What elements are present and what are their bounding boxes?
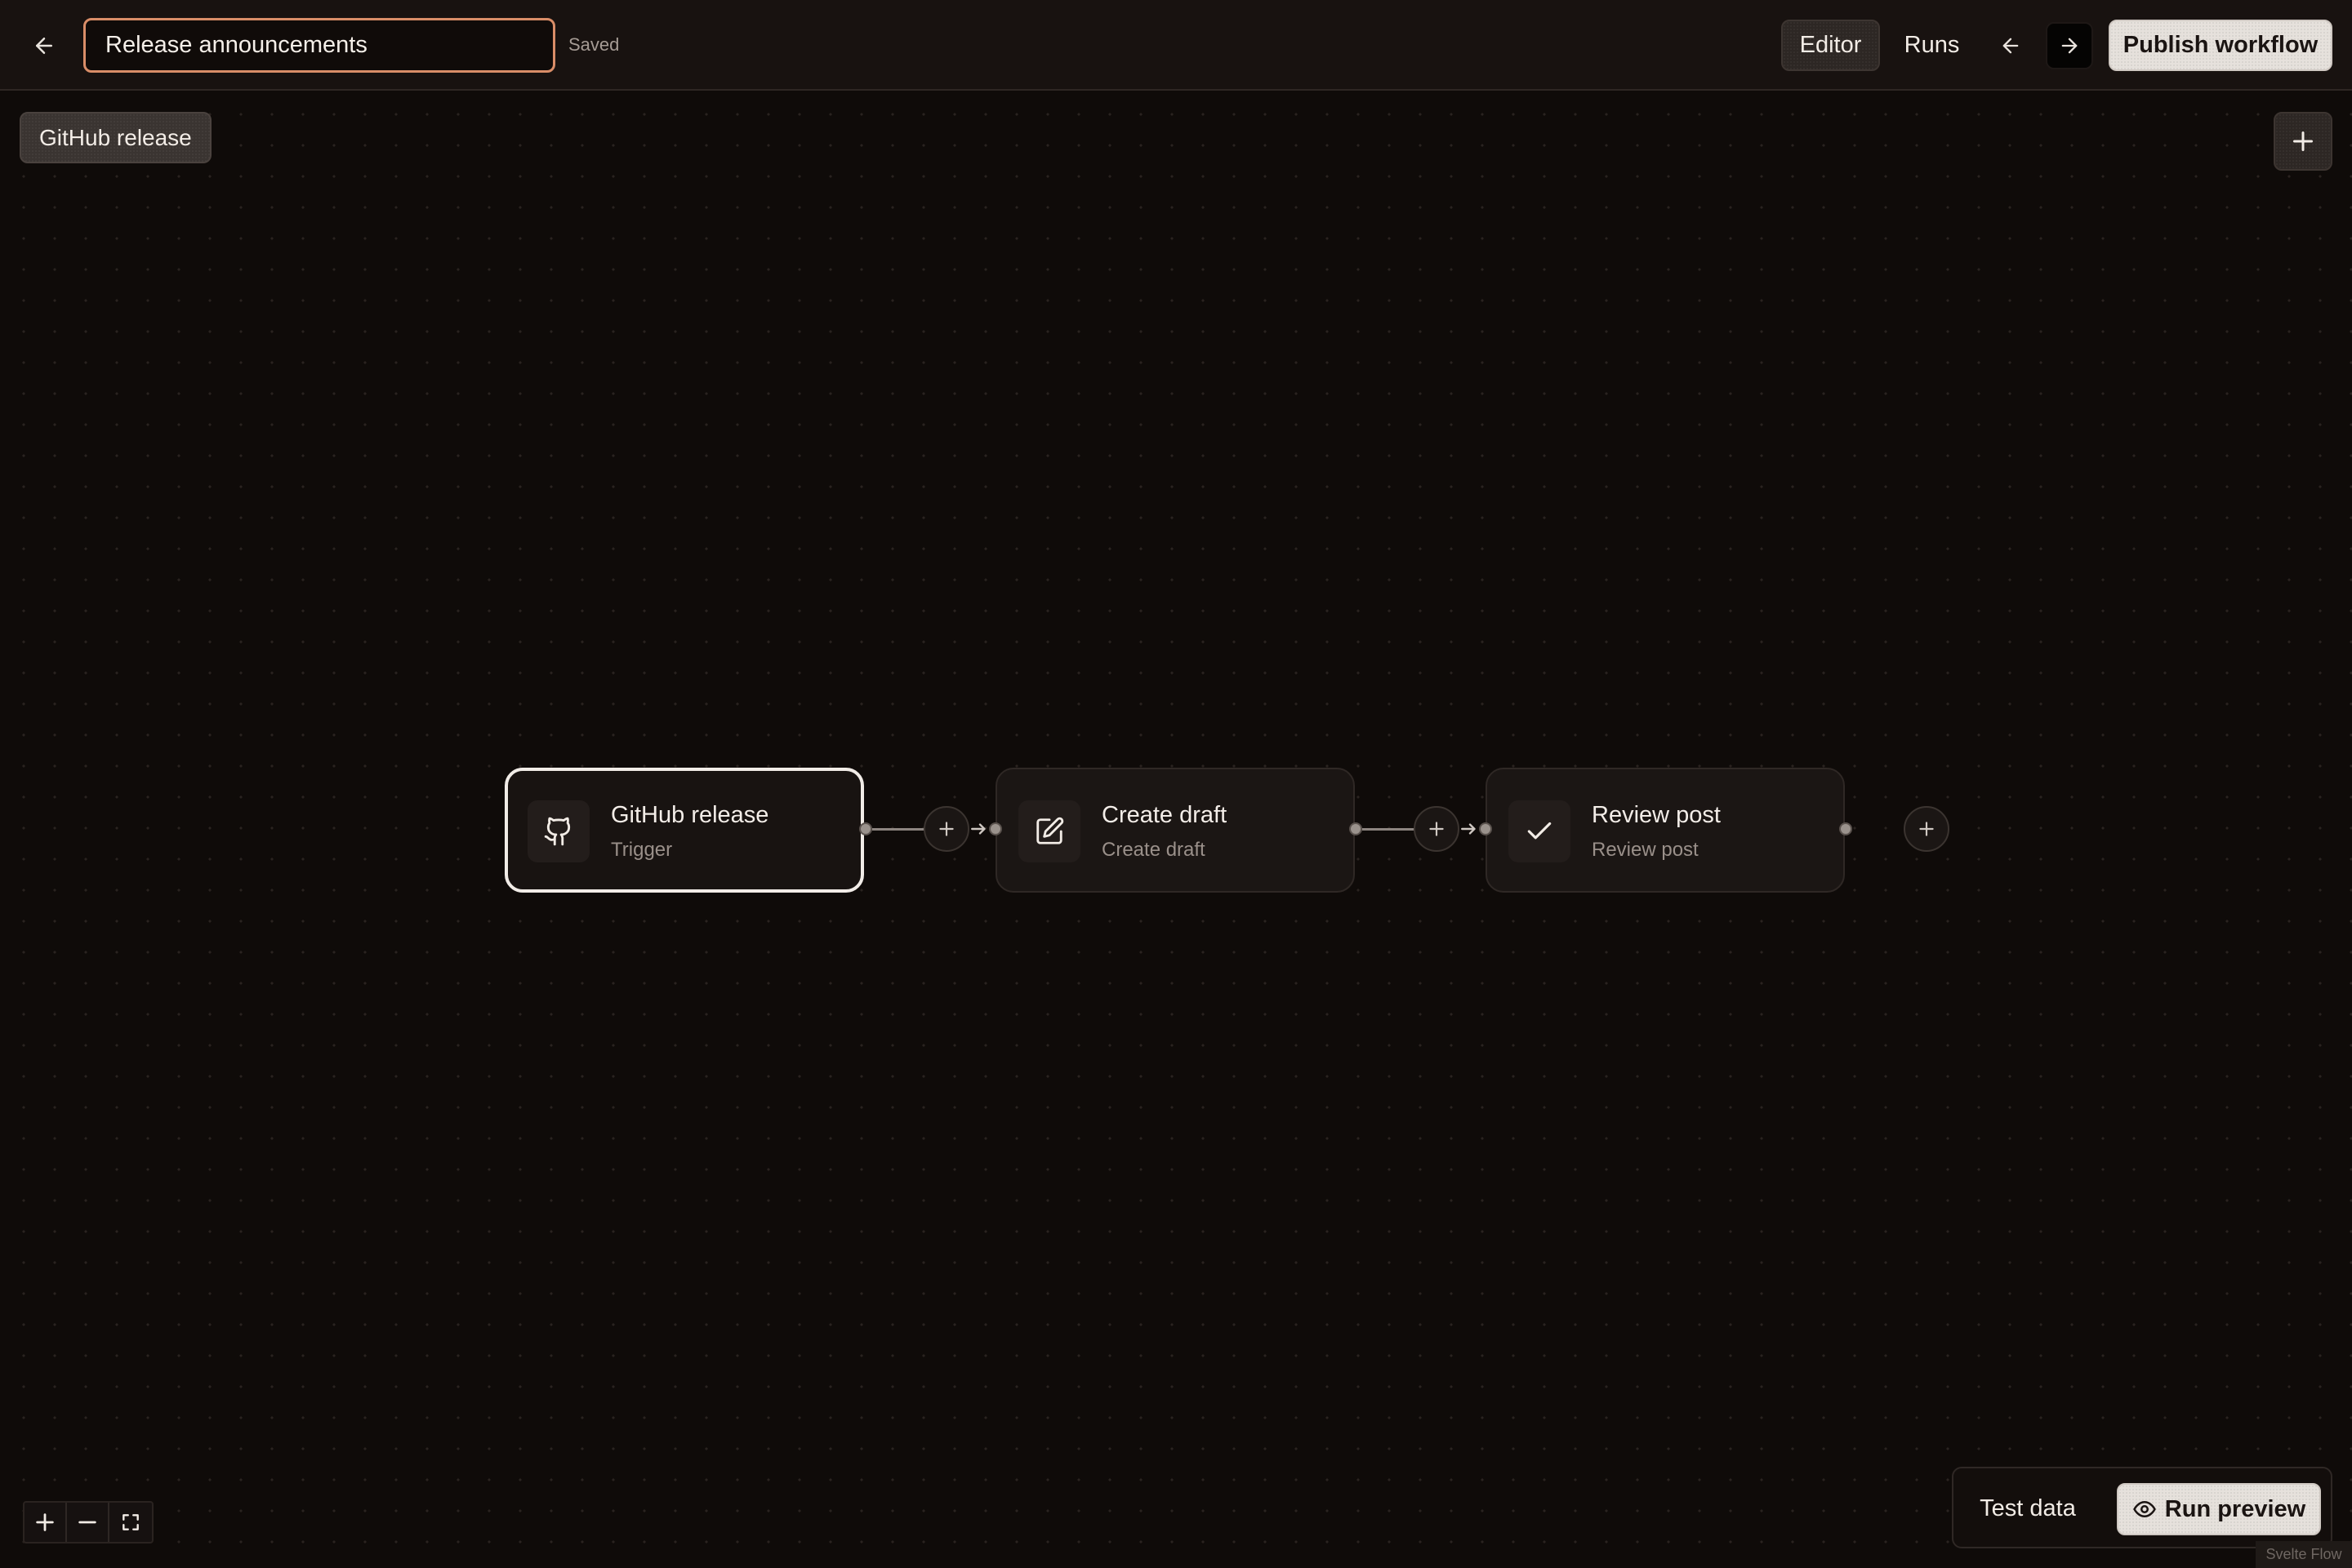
node-input-handle[interactable] bbox=[1479, 822, 1492, 835]
edge-add-step-button[interactable] bbox=[924, 806, 969, 852]
workflow-node-review-post[interactable]: Review post Review post bbox=[1486, 768, 1845, 893]
plus-icon bbox=[939, 822, 954, 836]
edge-connector bbox=[872, 828, 926, 831]
top-bar: Saved Editor Runs Publish workflow bbox=[0, 0, 2352, 91]
node-subtitle: Trigger bbox=[611, 839, 673, 861]
node-subtitle: Create draft bbox=[1102, 839, 1205, 861]
node-input-handle[interactable] bbox=[989, 822, 1002, 835]
workflow-name-input[interactable] bbox=[83, 18, 555, 73]
tab-runs[interactable]: Runs bbox=[1893, 20, 1971, 71]
workflow-editor: Saved Editor Runs Publish workflow GitHu… bbox=[0, 0, 2352, 1568]
node-output-handle[interactable] bbox=[1839, 822, 1852, 835]
workflow-node-github-release[interactable]: GitHub release Trigger bbox=[505, 768, 864, 893]
trigger-chip[interactable]: GitHub release bbox=[20, 112, 212, 163]
node-title: GitHub release bbox=[611, 802, 769, 828]
edge-arrow-icon bbox=[1459, 818, 1481, 844]
preview-panel: Test data Run preview bbox=[1952, 1467, 2332, 1548]
canvas-zoom-controls bbox=[23, 1501, 154, 1544]
node-subtitle: Review post bbox=[1592, 839, 1699, 861]
edge-arrow-icon bbox=[969, 818, 991, 844]
edit-icon bbox=[1018, 800, 1080, 862]
arrow-left-icon bbox=[36, 38, 52, 54]
edge-add-step-button[interactable] bbox=[1414, 806, 1459, 852]
fit-view-button[interactable] bbox=[109, 1503, 152, 1542]
redo-button[interactable] bbox=[2046, 22, 2093, 69]
node-title: Create draft bbox=[1102, 802, 1227, 828]
arrow-right-icon bbox=[2061, 38, 2078, 54]
github-icon bbox=[528, 800, 590, 862]
plus-icon bbox=[2293, 131, 2313, 151]
edge-connector bbox=[1362, 828, 1416, 831]
zoom-in-button[interactable] bbox=[24, 1503, 67, 1542]
arrow-left-icon bbox=[2002, 38, 2019, 54]
node-title: Review post bbox=[1592, 802, 1721, 828]
minus-icon bbox=[78, 1521, 96, 1524]
tab-editor[interactable]: Editor bbox=[1781, 20, 1880, 71]
workflow-node-create-draft[interactable]: Create draft Create draft bbox=[996, 768, 1355, 893]
run-preview-label: Run preview bbox=[2164, 1495, 2306, 1522]
add-node-button[interactable] bbox=[2274, 112, 2332, 171]
node-output-handle[interactable] bbox=[859, 822, 872, 835]
back-button[interactable] bbox=[23, 24, 65, 67]
plus-icon bbox=[1919, 822, 1934, 836]
flow-attribution-link[interactable]: Svelte Flow bbox=[2256, 1541, 2352, 1568]
plus-icon bbox=[36, 1513, 54, 1531]
undo-button[interactable] bbox=[1987, 22, 2034, 69]
test-data-button[interactable]: Test data bbox=[1967, 1483, 2089, 1534]
run-preview-button[interactable]: Run preview bbox=[2117, 1483, 2321, 1535]
node-output-handle[interactable] bbox=[1349, 822, 1362, 835]
eye-icon bbox=[2133, 1501, 2156, 1517]
check-icon bbox=[1508, 800, 1570, 862]
flow-canvas[interactable]: GitHub release GitHub release Trigger Cr… bbox=[0, 92, 2352, 1568]
fit-view-icon bbox=[122, 1514, 139, 1530]
plus-icon bbox=[1429, 822, 1444, 836]
add-next-step-button[interactable] bbox=[1904, 806, 1949, 852]
zoom-out-button[interactable] bbox=[67, 1503, 109, 1542]
publish-workflow-button[interactable]: Publish workflow bbox=[2109, 20, 2332, 71]
save-status: Saved bbox=[568, 34, 620, 55]
